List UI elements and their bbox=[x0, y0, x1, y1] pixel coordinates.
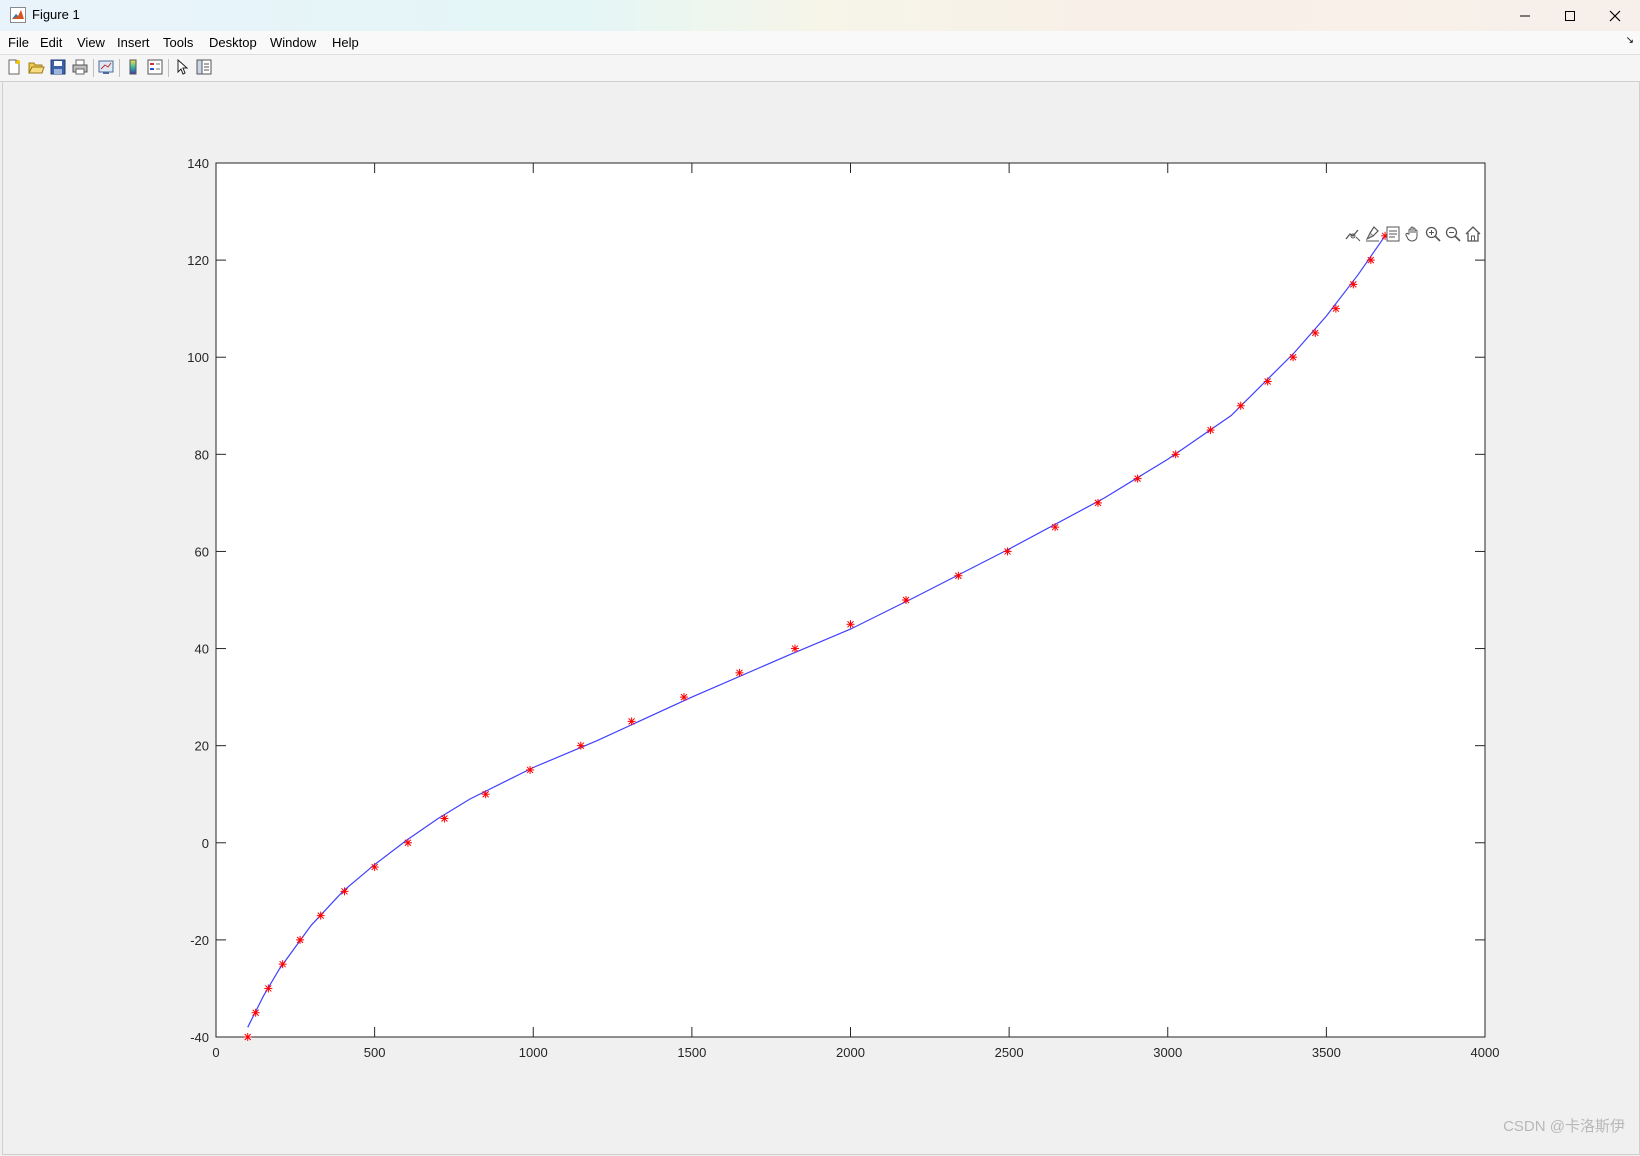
data-tips-icon[interactable] bbox=[1344, 225, 1362, 243]
x-tick-label: 500 bbox=[364, 1045, 386, 1060]
data-marker bbox=[1206, 426, 1215, 435]
menu-edit[interactable]: Edit bbox=[40, 35, 62, 50]
legend-icon[interactable] bbox=[146, 58, 164, 76]
y-tick-label: 20 bbox=[195, 739, 209, 754]
toolbar-separator bbox=[168, 59, 169, 77]
data-marker bbox=[1366, 256, 1375, 265]
y-tick-label: 0 bbox=[202, 836, 209, 851]
zoom-in-icon[interactable] bbox=[1424, 225, 1442, 243]
data-marker bbox=[1289, 353, 1298, 362]
y-tick-label: 60 bbox=[195, 544, 209, 559]
y-tick-label: 100 bbox=[187, 350, 209, 365]
print-icon[interactable] bbox=[71, 58, 89, 76]
data-marker bbox=[954, 571, 963, 580]
data-marker bbox=[1093, 498, 1102, 507]
minimize-icon bbox=[1520, 15, 1530, 16]
plot-area bbox=[215, 162, 1486, 1038]
dock-arrow-icon[interactable]: ↘ bbox=[1626, 35, 1634, 46]
figure-canvas: 0 500 1000 1500 2000 2500 3000 3500 4000 -40 -20 0 2… bbox=[2, 82, 1640, 1155]
save-icon[interactable] bbox=[49, 58, 67, 76]
zoom-out-icon[interactable] bbox=[1444, 225, 1462, 243]
x-tick-label: 4000 bbox=[1471, 1045, 1500, 1060]
data-marker bbox=[735, 668, 744, 677]
minimize-button[interactable] bbox=[1502, 0, 1548, 31]
data-marker bbox=[1331, 304, 1340, 313]
watermark: CSDN @卡洛斯伊 bbox=[1503, 1118, 1625, 1135]
toolbar-separator bbox=[93, 59, 94, 77]
y-tick-label: -40 bbox=[190, 1030, 209, 1045]
menu-bar: File Edit View Insert Tools Desktop Wind… bbox=[0, 31, 1640, 55]
data-marker bbox=[481, 790, 490, 799]
data-marker bbox=[1236, 401, 1245, 410]
colorbar-icon[interactable] bbox=[124, 58, 142, 76]
y-tick-label: -20 bbox=[190, 933, 209, 948]
data-marker bbox=[296, 935, 305, 944]
toolbar-separator bbox=[119, 59, 120, 77]
data-marker bbox=[243, 1033, 252, 1041]
x-tick-label: 2000 bbox=[836, 1045, 865, 1060]
data-marker bbox=[526, 765, 535, 774]
matlab-icon bbox=[10, 7, 26, 23]
menu-view[interactable]: View bbox=[77, 35, 105, 50]
brush-icon[interactable] bbox=[1364, 225, 1382, 243]
menu-window[interactable]: Window bbox=[270, 35, 316, 50]
menu-tools[interactable]: Tools bbox=[163, 35, 193, 50]
data-marker bbox=[679, 693, 688, 702]
link-plot-icon[interactable] bbox=[97, 58, 115, 76]
close-button[interactable] bbox=[1592, 0, 1638, 31]
edit-plot-icon[interactable] bbox=[173, 58, 191, 76]
close-icon bbox=[1609, 10, 1621, 21]
data-marker bbox=[340, 887, 349, 896]
title-bar: Figure 1 bbox=[0, 0, 1640, 31]
data-marker bbox=[316, 911, 325, 920]
data-marker bbox=[846, 620, 855, 629]
data-marker bbox=[1311, 328, 1320, 337]
menu-file[interactable]: File bbox=[8, 35, 29, 50]
home-icon[interactable] bbox=[1464, 225, 1482, 243]
restore-view-icon[interactable] bbox=[1384, 225, 1402, 243]
y-tick-label: 120 bbox=[187, 253, 209, 268]
y-tick-label: 80 bbox=[195, 447, 209, 462]
x-tick-label: 3500 bbox=[1312, 1045, 1341, 1060]
data-marker bbox=[440, 814, 449, 823]
open-file-icon[interactable] bbox=[27, 58, 45, 76]
data-marker bbox=[627, 717, 636, 726]
data-marker bbox=[278, 960, 287, 969]
x-tick-label: 3000 bbox=[1153, 1045, 1182, 1060]
data-marker bbox=[576, 741, 585, 750]
y-tick-label: 40 bbox=[195, 642, 209, 657]
data-marker bbox=[790, 644, 799, 653]
new-figure-icon[interactable] bbox=[5, 58, 23, 76]
property-inspector-icon[interactable] bbox=[195, 58, 213, 76]
maximize-icon bbox=[1565, 10, 1575, 21]
menu-desktop[interactable]: Desktop bbox=[209, 35, 257, 50]
data-marker bbox=[902, 596, 911, 604]
data-marker bbox=[1263, 377, 1272, 386]
data-marker bbox=[1003, 547, 1012, 556]
x-tick-label: 1000 bbox=[519, 1045, 548, 1060]
data-marker bbox=[403, 838, 412, 847]
pan-icon[interactable] bbox=[1404, 225, 1422, 243]
data-marker bbox=[1171, 450, 1180, 459]
window-title: Figure 1 bbox=[32, 7, 80, 22]
maximize-button[interactable] bbox=[1547, 0, 1593, 31]
data-marker bbox=[251, 1008, 260, 1017]
menu-help[interactable]: Help bbox=[332, 35, 359, 50]
data-marker bbox=[264, 984, 273, 993]
x-tick-label: 0 bbox=[212, 1045, 219, 1060]
data-marker bbox=[1051, 523, 1060, 532]
x-tick-label: 2500 bbox=[995, 1045, 1024, 1060]
menu-insert[interactable]: Insert bbox=[117, 35, 150, 50]
y-tick-label: 140 bbox=[187, 156, 209, 171]
data-marker bbox=[1349, 280, 1358, 289]
x-tick-label: 1500 bbox=[677, 1045, 706, 1060]
data-marker bbox=[370, 863, 379, 872]
data-marker bbox=[1133, 474, 1142, 483]
toolbar bbox=[0, 55, 1640, 82]
